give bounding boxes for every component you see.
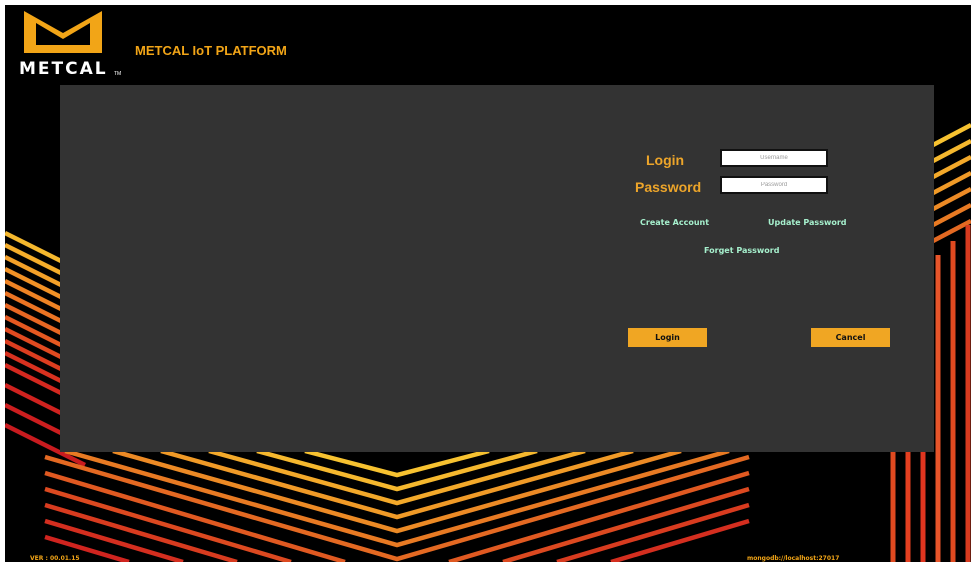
login-button[interactable]: Login — [628, 328, 707, 347]
password-input[interactable] — [720, 176, 828, 194]
bottom-chevrons — [44, 448, 750, 562]
metcal-m-icon — [24, 11, 102, 53]
cancel-button[interactable]: Cancel — [811, 328, 890, 347]
password-label: Password — [635, 179, 702, 195]
create-account-link[interactable]: Create Account — [640, 218, 709, 227]
app-title: METCAL IoT PLATFORM — [135, 43, 287, 58]
login-window: METCAL TM METCAL IoT PLATFORM Login Pass… — [5, 5, 971, 562]
update-password-link[interactable]: Update Password — [768, 218, 847, 227]
brand-wordmark: METCAL — [19, 59, 108, 79]
main-panel: Login Password Create Account Update Pas… — [60, 85, 934, 452]
username-input[interactable] — [720, 149, 828, 167]
trademark-mark: TM — [114, 71, 122, 77]
db-connection-label: mongodb://localhost:27017 — [747, 555, 840, 562]
metcal-logo: METCAL TM — [19, 9, 131, 79]
version-label: VER : 00.01.15 — [30, 555, 80, 562]
login-label: Login — [646, 152, 685, 168]
forget-password-link[interactable]: Forget Password — [704, 246, 779, 255]
